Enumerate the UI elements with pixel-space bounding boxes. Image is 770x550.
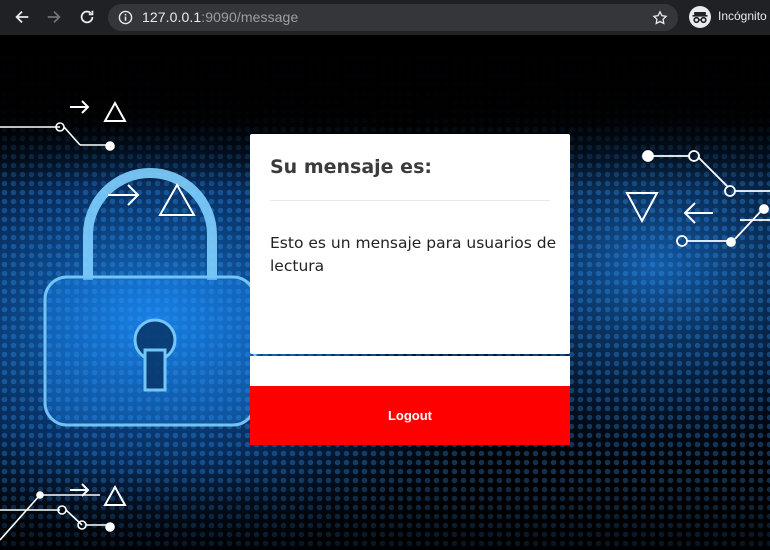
message-card: Su mensaje es: Esto es un mensaje para u… — [250, 134, 570, 354]
logout-button[interactable]: Logout — [250, 386, 570, 445]
back-icon[interactable] — [12, 7, 32, 27]
card-title: Su mensaje es: — [270, 156, 432, 178]
address-bar[interactable]: 127.0.0.1:9090/message — [108, 4, 678, 31]
url-path: :9090/message — [201, 9, 299, 25]
star-icon[interactable] — [652, 10, 668, 26]
reload-icon[interactable] — [77, 7, 97, 27]
card-divider — [270, 200, 550, 201]
incognito-label: Incógnito — [718, 9, 767, 23]
forward-icon[interactable] — [44, 7, 64, 27]
url-text[interactable]: 127.0.0.1:9090/message — [142, 9, 298, 25]
info-icon[interactable] — [118, 10, 133, 25]
page-viewport: Su mensaje es: Esto es un mensaje para u… — [0, 35, 770, 550]
browser-toolbar: 127.0.0.1:9090/message Incógnito — [0, 0, 770, 35]
incognito-icon[interactable] — [689, 6, 711, 28]
card-footer-spacer — [250, 356, 570, 386]
message-text: Esto es un mensaje para usuarios de lect… — [270, 234, 557, 275]
url-host: 127.0.0.1 — [142, 9, 202, 25]
